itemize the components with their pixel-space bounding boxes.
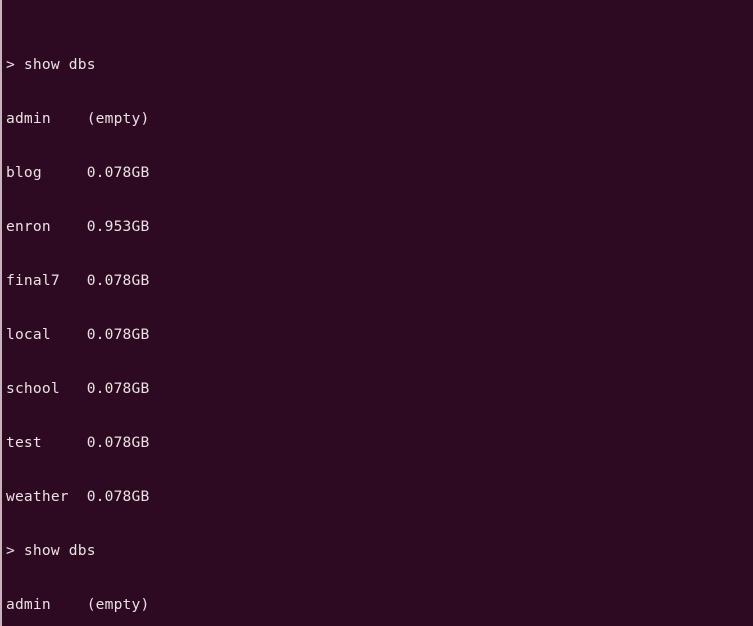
terminal-line: blog 0.078GB: [6, 164, 150, 181]
terminal-screen[interactable]: > show dbs admin (empty) blog 0.078GB en…: [2, 0, 753, 626]
terminal-line: weather 0.078GB: [6, 488, 150, 505]
terminal-line: > show dbs: [6, 542, 96, 559]
terminal-line: admin (empty): [6, 110, 150, 127]
terminal-line: enron 0.953GB: [6, 218, 150, 235]
terminal-line: final7 0.078GB: [6, 272, 150, 289]
terminal-line: local 0.078GB: [6, 326, 150, 343]
terminal-window[interactable]: > show dbs admin (empty) blog 0.078GB en…: [0, 0, 753, 626]
terminal-line: test 0.078GB: [6, 434, 150, 451]
terminal-line: admin (empty): [6, 596, 150, 613]
terminal-line: school 0.078GB: [6, 380, 150, 397]
terminal-line: > show dbs: [6, 56, 96, 73]
